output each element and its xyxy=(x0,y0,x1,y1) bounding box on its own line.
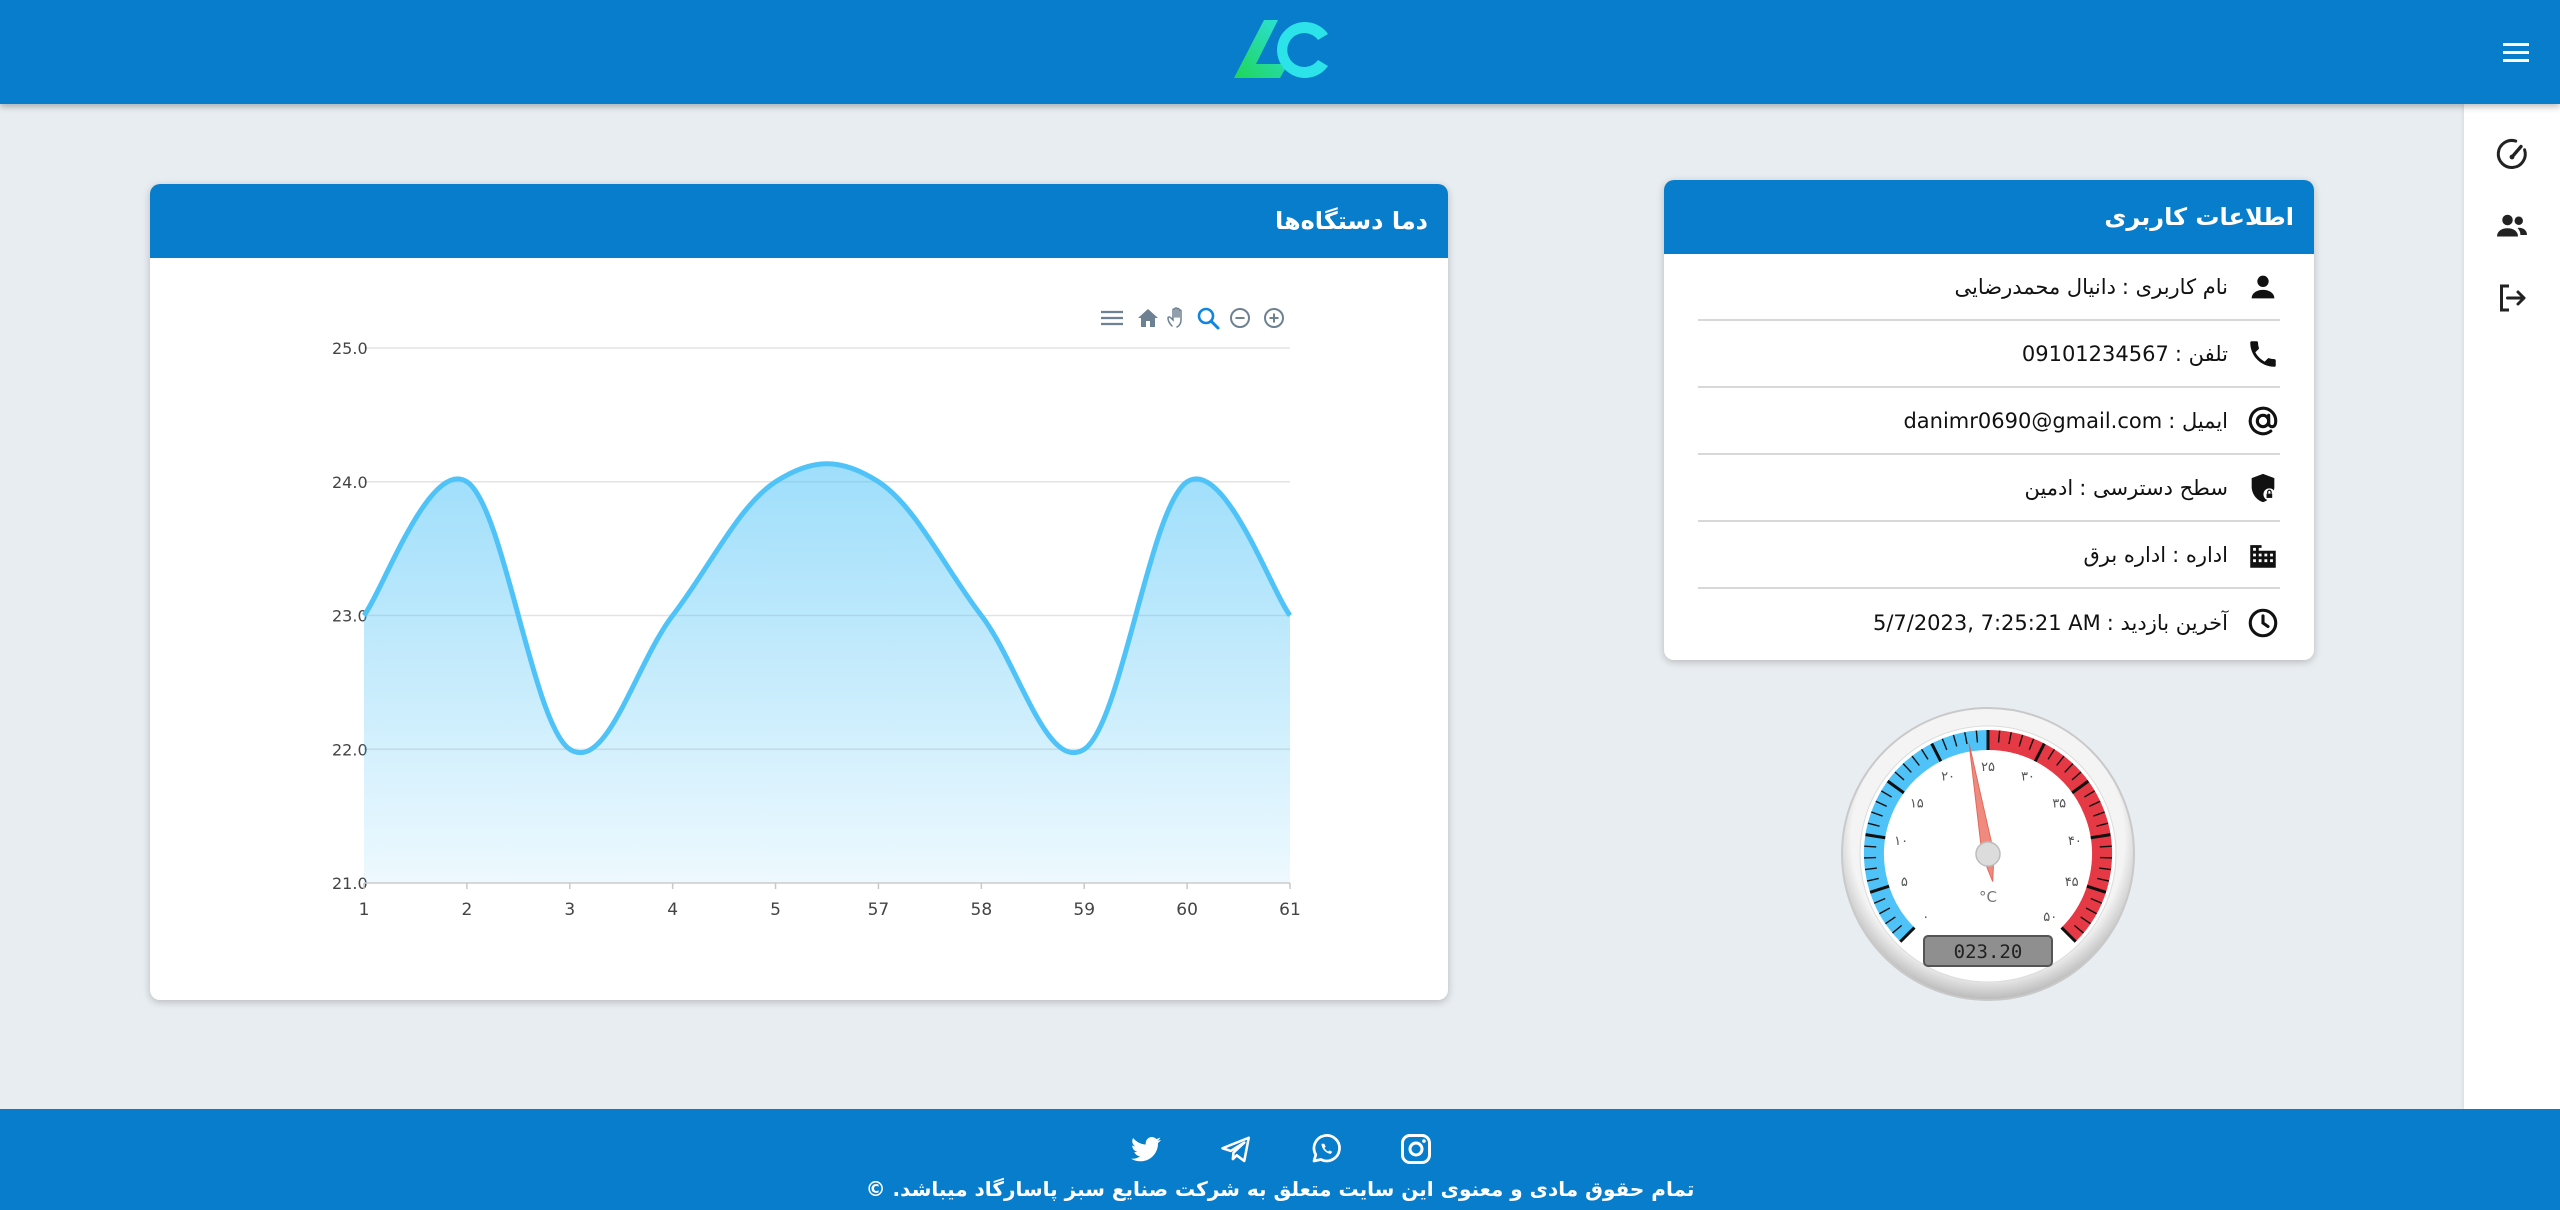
y-tick-label: 23.0 xyxy=(332,607,368,626)
phone-icon xyxy=(2250,340,2276,367)
twitter-icon[interactable] xyxy=(1128,1131,1164,1167)
gauge-tick-label: ۴۵ xyxy=(2065,875,2079,890)
gauge-unit-label: °C xyxy=(1979,888,1997,906)
copyright-text: تمام حقوق مادی و معنوی این سایت متعلق به… xyxy=(865,1177,1695,1201)
at-sign-icon xyxy=(2248,406,2278,435)
gauge-tick-label: ۱۰ xyxy=(1894,834,1908,849)
info-label: اداره : xyxy=(2172,542,2228,567)
zoom-selection-icon[interactable] xyxy=(1194,304,1222,332)
x-tick-label: 58 xyxy=(971,900,993,920)
x-tick-label: 3 xyxy=(564,900,575,920)
x-tick-label: 61 xyxy=(1279,900,1301,920)
gauge-tick-label: ۰ xyxy=(1922,910,1929,925)
zoom-in-icon[interactable] xyxy=(1260,304,1288,332)
info-label: آخرین بازدید : xyxy=(2106,610,2228,635)
x-tick-label: 60 xyxy=(1176,900,1198,920)
gauge-tick-label: ۵۰ xyxy=(2043,910,2057,925)
gauge-needle-hub xyxy=(1975,841,2001,867)
gauge-tick-label: ۴۰ xyxy=(2068,834,2082,849)
info-label: ایمیل : xyxy=(2168,408,2228,433)
instagram-icon[interactable] xyxy=(1398,1131,1434,1167)
gauge-tick xyxy=(2099,845,2112,848)
logout-icon xyxy=(2500,284,2526,312)
sidebar-item-users[interactable] xyxy=(2464,190,2560,262)
sidebar-item-logout[interactable] xyxy=(2464,262,2560,334)
whatsapp-icon[interactable] xyxy=(1308,1131,1344,1167)
x-tick-label: 5 xyxy=(770,900,781,920)
info-value: اداره برق xyxy=(2083,542,2167,567)
info-card-title: اطلاعات کاربری xyxy=(1664,180,2314,254)
info-row-phone: تلفن : 09101234567 xyxy=(1698,321,2280,388)
info-label: تلفن : xyxy=(2174,341,2228,366)
info-label: نام کاربری : xyxy=(2121,274,2228,299)
info-row-username: نام کاربری : دانیال محمدرضایی xyxy=(1698,254,2280,321)
person-icon xyxy=(2251,275,2275,298)
gauge-tick-label: ۳۰ xyxy=(2021,770,2035,785)
info-row-last-visit: آخرین بازدید : 5/7/2023, 7:25:21 AM xyxy=(1698,589,2280,656)
info-value: 5/7/2023, 7:25:21 AM xyxy=(1872,610,2101,635)
top-header xyxy=(0,0,2560,104)
users-icon xyxy=(2497,214,2527,237)
clock-icon xyxy=(2248,608,2278,637)
temperature-gauge: ۰ ۵ ۱۰ ۱۵ ۲۰ ۲۵ ۳۰ ۳۵ ۴۰ ۴۵ ۵۰ °C 023.20 xyxy=(1841,707,2135,1001)
gauge-tick-label: ۲۰ xyxy=(1941,770,1955,785)
gauge-readout-value: 023.20 xyxy=(1954,941,2023,963)
user-info-list: نام کاربری : دانیال محمدرضایی تلفن : 091… xyxy=(1664,254,2314,656)
y-tick-label: 25.0 xyxy=(332,339,368,358)
info-label: سطح دسترسی : xyxy=(2079,475,2228,500)
home-reset-icon[interactable] xyxy=(1134,304,1162,332)
x-tick-label: 2 xyxy=(461,900,472,920)
page-footer: تمام حقوق مادی و معنوی این سایت متعلق به… xyxy=(0,1109,2560,1210)
user-info-card: اطلاعات کاربری نام کاربری : دانیال محمدر… xyxy=(1664,180,2314,660)
info-value: ادمین xyxy=(2024,475,2074,500)
x-tick-label: 59 xyxy=(1073,900,1095,920)
shield-lock-icon xyxy=(2251,473,2276,502)
info-value: دانیال محمدرضایی xyxy=(1954,274,2116,299)
hamburger-menu-icon[interactable] xyxy=(2490,30,2540,76)
gauge-tick-label: ۳۵ xyxy=(2052,796,2066,811)
zoom-out-icon[interactable] xyxy=(1226,304,1254,332)
chart-card-title: دما دستگاه‌ها xyxy=(150,184,1448,258)
series-area xyxy=(364,463,1290,883)
y-tick-label: 21.0 xyxy=(332,874,368,893)
gauge-tick xyxy=(1864,845,1877,848)
info-row-access-level: سطح دسترسی : ادمین xyxy=(1698,455,2280,522)
info-row-department: اداره : اداره برق xyxy=(1698,522,2280,589)
gauge-tick-label: ۵ xyxy=(1901,875,1908,890)
device-temperature-card: دما دستگاه‌ها 21.0 22.0 23.0 24.0 25.0 1 2 3 4 5 5… xyxy=(150,184,1448,1000)
right-sidebar xyxy=(2464,104,2560,1109)
gauge-tick-label: ۱۵ xyxy=(1910,796,1924,811)
x-tick-label: 1 xyxy=(359,900,370,920)
x-tick-label: 4 xyxy=(667,900,678,920)
gauge-tick-label: ۲۵ xyxy=(1981,760,1995,775)
chart-menu-icon[interactable] xyxy=(1098,304,1126,332)
info-value: danimr0690@gmail.com xyxy=(1903,408,2163,433)
y-tick-label: 22.0 xyxy=(332,740,368,759)
info-row-email: ایمیل : danimr0690@gmail.com xyxy=(1698,388,2280,455)
building-icon xyxy=(2250,544,2276,568)
telegram-icon[interactable] xyxy=(1218,1131,1254,1167)
speedometer-icon xyxy=(2496,139,2527,169)
x-tick-label: 57 xyxy=(868,900,890,920)
temperature-area-chart: 21.0 22.0 23.0 24.0 25.0 1 2 3 4 5 57 58 59 60 61 xyxy=(332,339,1301,920)
pan-hand-icon[interactable] xyxy=(1164,304,1192,332)
y-tick-label: 24.0 xyxy=(332,473,368,492)
ac-logo-icon[interactable] xyxy=(1230,14,1334,84)
info-value: 09101234567 xyxy=(2021,341,2169,366)
sidebar-item-dashboard[interactable] xyxy=(2464,118,2560,190)
